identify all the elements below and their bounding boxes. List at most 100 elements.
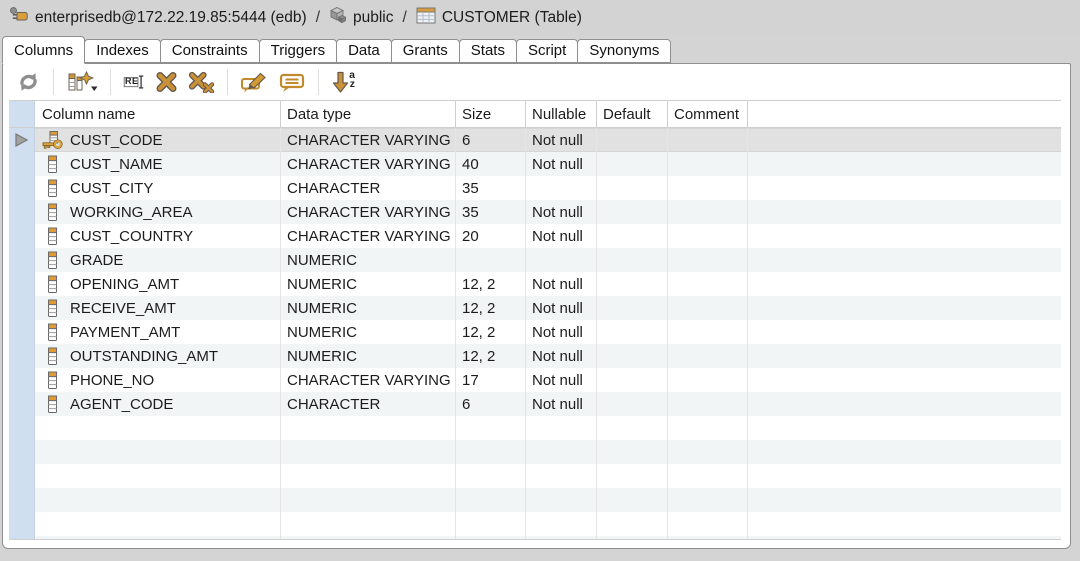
header-comment[interactable]: Comment bbox=[667, 101, 747, 127]
table-row[interactable]: OUTSTANDING_AMT NUMERIC 12, 2 Not null bbox=[9, 344, 1061, 368]
header-label: Column name bbox=[38, 106, 135, 123]
schema-segment: public bbox=[329, 6, 394, 29]
filler-cell bbox=[747, 176, 1061, 200]
delete-columns-button[interactable] bbox=[183, 68, 220, 96]
schema-label: public bbox=[353, 9, 394, 27]
nullable-cell bbox=[525, 248, 596, 272]
empty-cell bbox=[667, 536, 747, 540]
empty-cell bbox=[596, 512, 667, 536]
row-marker-cell bbox=[9, 248, 35, 272]
empty-cell bbox=[525, 416, 596, 440]
breadcrumb: enterprisedb@172.22.19.85:5444 (edb) / p… bbox=[0, 0, 1080, 35]
table-row[interactable]: CUST_NAME CHARACTER VARYING 40 Not null bbox=[9, 152, 1061, 176]
row-marker-cell bbox=[9, 536, 35, 540]
toolbar-separator bbox=[53, 69, 54, 95]
comment-button[interactable] bbox=[274, 68, 311, 96]
column-icon bbox=[39, 155, 65, 174]
refresh-button[interactable] bbox=[11, 68, 46, 96]
toolbar-separator bbox=[318, 69, 319, 95]
column-icon bbox=[39, 275, 65, 294]
tab-stats[interactable]: Stats bbox=[459, 39, 517, 63]
table-row[interactable]: CUST_COUNTRY CHARACTER VARYING 20 Not nu… bbox=[9, 224, 1061, 248]
column-name: OUTSTANDING_AMT bbox=[70, 348, 218, 365]
table-row[interactable]: WORKING_AREA CHARACTER VARYING 35 Not nu… bbox=[9, 200, 1061, 224]
data-type-cell: CHARACTER VARYING bbox=[280, 200, 455, 224]
nullable-cell: Not null bbox=[525, 272, 596, 296]
default-cell bbox=[596, 296, 667, 320]
breadcrumb-separator: / bbox=[316, 9, 320, 27]
edit-comment-button[interactable] bbox=[235, 68, 274, 96]
comment-cell bbox=[667, 344, 747, 368]
tab-triggers[interactable]: Triggers bbox=[259, 39, 337, 63]
default-cell bbox=[596, 368, 667, 392]
empty-cell bbox=[280, 536, 455, 540]
table-row[interactable]: CUST_CODE CHARACTER VARYING 6 Not null bbox=[9, 128, 1061, 152]
connection-segment: enterprisedb@172.22.19.85:5444 (edb) bbox=[9, 6, 307, 29]
table-segment: CUSTOMER (Table) bbox=[416, 7, 582, 29]
empty-cell bbox=[747, 488, 1061, 512]
empty-cell bbox=[667, 488, 747, 512]
nullable-cell: Not null bbox=[525, 152, 596, 176]
empty-cell bbox=[35, 416, 280, 440]
header-data-type[interactable]: Data type bbox=[280, 101, 455, 127]
comment-cell bbox=[667, 128, 747, 152]
empty-cell bbox=[596, 488, 667, 512]
empty-cell bbox=[596, 464, 667, 488]
filler-cell bbox=[747, 248, 1061, 272]
size-cell: 20 bbox=[455, 224, 525, 248]
rename-glyph: RE bbox=[125, 76, 139, 86]
filler-cell bbox=[747, 272, 1061, 296]
tab-data[interactable]: Data bbox=[336, 39, 392, 63]
data-type-cell: CHARACTER VARYING bbox=[280, 368, 455, 392]
table-row[interactable]: RECEIVE_AMT NUMERIC 12, 2 Not null bbox=[9, 296, 1061, 320]
add-column-button[interactable] bbox=[61, 68, 103, 96]
edit-comment-icon bbox=[240, 71, 269, 93]
header-default[interactable]: Default bbox=[596, 101, 667, 127]
table-row[interactable]: GRADE NUMERIC bbox=[9, 248, 1061, 272]
primary-key-icon bbox=[39, 131, 65, 150]
empty-cell bbox=[525, 440, 596, 464]
row-marker-cell bbox=[9, 128, 35, 152]
empty-row bbox=[9, 536, 1061, 540]
size-cell: 17 bbox=[455, 368, 525, 392]
column-name-cell: CUST_CODE bbox=[35, 128, 280, 152]
empty-cell bbox=[280, 512, 455, 536]
default-cell bbox=[596, 128, 667, 152]
table-row[interactable]: PHONE_NO CHARACTER VARYING 17 Not null bbox=[9, 368, 1061, 392]
tab-synonyms[interactable]: Synonyms bbox=[577, 39, 671, 63]
column-name-cell: PHONE_NO bbox=[35, 368, 280, 392]
nullable-cell: Not null bbox=[525, 128, 596, 152]
column-name: CUST_CODE bbox=[70, 132, 163, 149]
row-marker-cell bbox=[9, 176, 35, 200]
header-size[interactable]: Size bbox=[455, 101, 525, 127]
tab-columns[interactable]: Columns bbox=[2, 36, 85, 64]
table-row[interactable]: AGENT_CODE CHARACTER 6 Not null bbox=[9, 392, 1061, 416]
default-cell bbox=[596, 272, 667, 296]
rename-column-button[interactable]: RE bbox=[118, 68, 150, 96]
table-row[interactable]: CUST_CITY CHARACTER 35 bbox=[9, 176, 1061, 200]
column-name: CUST_CITY bbox=[70, 180, 153, 197]
data-type-cell: NUMERIC bbox=[280, 320, 455, 344]
size-cell: 35 bbox=[455, 176, 525, 200]
row-marker-cell bbox=[9, 440, 35, 464]
column-name-cell: PAYMENT_AMT bbox=[35, 320, 280, 344]
current-row-marker-icon bbox=[14, 132, 29, 148]
header-column-name[interactable]: Column name bbox=[35, 101, 280, 127]
delete-column-button[interactable] bbox=[150, 68, 183, 96]
data-type-cell: NUMERIC bbox=[280, 344, 455, 368]
column-name-cell: GRADE bbox=[35, 248, 280, 272]
data-type-cell: NUMERIC bbox=[280, 272, 455, 296]
tab-grants[interactable]: Grants bbox=[391, 39, 460, 63]
header-nullable[interactable]: Nullable bbox=[525, 101, 596, 127]
sort-button[interactable]: a z bbox=[326, 68, 356, 96]
empty-cell bbox=[596, 416, 667, 440]
tab-indexes[interactable]: Indexes bbox=[84, 39, 161, 63]
empty-row bbox=[9, 512, 1061, 536]
filler-cell bbox=[747, 320, 1061, 344]
filler-cell bbox=[747, 224, 1061, 248]
comment-icon bbox=[279, 71, 306, 93]
tab-script[interactable]: Script bbox=[516, 39, 578, 63]
table-row[interactable]: OPENING_AMT NUMERIC 12, 2 Not null bbox=[9, 272, 1061, 296]
table-row[interactable]: PAYMENT_AMT NUMERIC 12, 2 Not null bbox=[9, 320, 1061, 344]
tab-constraints[interactable]: Constraints bbox=[160, 39, 260, 63]
